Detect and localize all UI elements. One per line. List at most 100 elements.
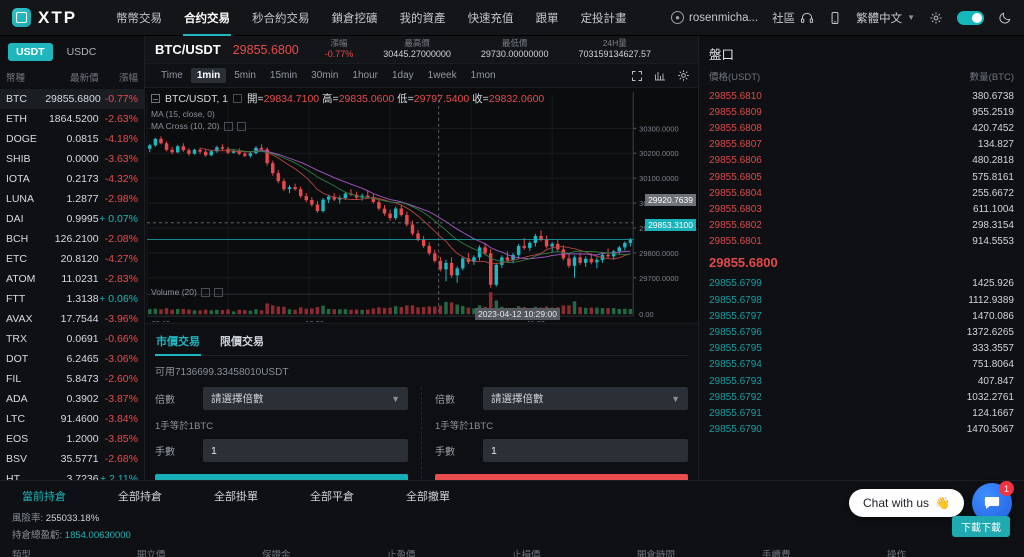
market-row-fil[interactable]: FIL5.8473-2.60%	[0, 369, 144, 389]
quote-tab-usdc[interactable]: USDC	[59, 43, 105, 61]
market-row-doge[interactable]: DOGE0.0815-4.18%	[0, 129, 144, 149]
nav-item-0[interactable]: 幣幣交易	[105, 0, 173, 36]
market-row-dot[interactable]: DOT6.2465-3.06%	[0, 349, 144, 369]
market-row-dai[interactable]: DAI0.9995+ 0.07%	[0, 209, 144, 229]
mobile-app-link[interactable]	[828, 11, 842, 25]
nav-item-1[interactable]: 合约交易	[173, 0, 241, 36]
market-row-eos[interactable]: EOS1.2000-3.85%	[0, 429, 144, 449]
bid-row[interactable]: 29855.67961372.6265	[709, 324, 1014, 340]
ask-row[interactable]: 29855.6801914.5553	[709, 234, 1014, 250]
timeframe-1hour[interactable]: 1hour	[346, 68, 384, 83]
bid-price: 29855.6792	[709, 392, 967, 403]
ask-row[interactable]: 29855.6805575.8161	[709, 169, 1014, 185]
ask-row[interactable]: 29855.6810380.6738	[709, 88, 1014, 104]
volume-settings-icon[interactable]	[201, 288, 210, 297]
buy-lot-input[interactable]	[203, 439, 408, 462]
buy-leverage-select[interactable]: 請選擇倍數 ▼	[203, 387, 408, 410]
ask-row[interactable]: 29855.6803611.1004	[709, 201, 1014, 217]
nav-item-7[interactable]: 定投計畫	[570, 0, 638, 36]
nav-item-3[interactable]: 鎖倉挖礦	[321, 0, 389, 36]
nav-item-5[interactable]: 快速充值	[457, 0, 525, 36]
position-tab-3[interactable]: 全部平倉	[310, 488, 406, 504]
timeframe-1day[interactable]: 1day	[386, 68, 420, 83]
ask-price: 29855.6806	[709, 155, 972, 166]
market-price: 1.2877	[47, 193, 98, 205]
market-row-ltc[interactable]: LTC91.4600-3.84%	[0, 409, 144, 429]
price-chart[interactable]: BTC/USDT, 1 開=29834.7100 高=29835.0600 低=…	[145, 88, 698, 323]
market-row-eth[interactable]: ETH1864.5200-2.63%	[0, 109, 144, 129]
ask-row[interactable]: 29855.6809955.2519	[709, 104, 1014, 120]
bid-row[interactable]: 29855.6794751.8064	[709, 357, 1014, 373]
market-row-iota[interactable]: IOTA0.2173-4.32%	[0, 169, 144, 189]
market-row-btc[interactable]: BTC29855.6800-0.77%	[0, 89, 144, 109]
position-tab-4[interactable]: 全部撤單	[406, 488, 502, 504]
ask-row[interactable]: 29855.6806480.2818	[709, 153, 1014, 169]
market-change: -3.87%	[99, 393, 138, 405]
stat-value: -0.77%	[325, 49, 354, 59]
sell-leverage-select[interactable]: 請選擇倍數 ▼	[483, 387, 688, 410]
bid-row[interactable]: 29855.67921032.2761	[709, 389, 1014, 405]
market-row-trx[interactable]: TRX0.0691-0.66%	[0, 329, 144, 349]
download-app-badge[interactable]: 下載下載	[952, 516, 1010, 537]
market-row-ht[interactable]: HT3.7236+ 2.11%	[0, 469, 144, 480]
market-row-etc[interactable]: ETC20.8120-4.27%	[0, 249, 144, 269]
market-row-bsv[interactable]: BSV35.5771-2.68%	[0, 449, 144, 469]
position-tab-1[interactable]: 全部持倉	[118, 488, 214, 504]
position-tab-0[interactable]: 當前持倉	[22, 488, 118, 504]
waving-hand-icon: 👋	[935, 496, 950, 510]
moon-icon[interactable]	[998, 11, 1012, 25]
market-row-ftt[interactable]: FTT1.3138+ 0.06%	[0, 289, 144, 309]
chart-settings-gear-icon[interactable]	[677, 69, 690, 82]
settings-gear-icon[interactable]	[929, 11, 943, 25]
user-icon: ●	[671, 11, 684, 24]
market-row-avax[interactable]: AVAX17.7544-3.96%	[0, 309, 144, 329]
market-row-atom[interactable]: ATOM11.0231-2.83%	[0, 269, 144, 289]
positions-panel: 當前持倉全部持倉全部掛單全部平倉全部撤單 風險率: 255033.18% 持倉總…	[0, 480, 1024, 557]
theme-toggle[interactable]	[957, 11, 984, 25]
indicators-chart-icon[interactable]	[654, 70, 666, 82]
timeframe-1week[interactable]: 1week	[422, 68, 463, 83]
market-symbol: DOGE	[6, 133, 47, 145]
sell-lot-input[interactable]	[483, 439, 688, 462]
bid-row[interactable]: 29855.67981112.9389	[709, 292, 1014, 308]
buy-lot-label: 手數	[155, 443, 203, 458]
bid-row[interactable]: 29855.67971470.086	[709, 308, 1014, 324]
quote-tab-usdt[interactable]: USDT	[8, 43, 53, 61]
chat-with-us-button[interactable]: Chat with us 👋	[849, 489, 964, 517]
ask-row[interactable]: 29855.6804255.6672	[709, 185, 1014, 201]
timeframe-1min[interactable]: 1min	[191, 68, 226, 83]
bid-row[interactable]: 29855.6793407.847	[709, 373, 1014, 389]
stat-label: 最低價	[481, 39, 549, 49]
timeframe-time[interactable]: Time	[155, 68, 189, 83]
position-tab-2[interactable]: 全部掛單	[214, 488, 310, 504]
language-selector[interactable]: 繁體中文 ▼	[856, 10, 915, 26]
bid-row[interactable]: 29855.67901470.5067	[709, 422, 1014, 438]
volume-close-icon[interactable]	[214, 288, 223, 297]
market-row-ada[interactable]: ADA0.3902-3.87%	[0, 389, 144, 409]
nav-item-2[interactable]: 秒合約交易	[241, 0, 321, 36]
market-row-bch[interactable]: BCH126.2100-2.08%	[0, 229, 144, 249]
fullscreen-icon[interactable]	[631, 70, 643, 82]
community-link[interactable]: 社區	[772, 10, 814, 26]
timeframe-15min[interactable]: 15min	[264, 68, 303, 83]
market-change: -2.98%	[99, 193, 138, 205]
market-list-header: 幣種 最新價 漲幅	[0, 67, 144, 89]
user-account[interactable]: ● rosenmicha...	[671, 11, 758, 24]
bid-row[interactable]: 29855.6791124.1667	[709, 405, 1014, 421]
nav-item-6[interactable]: 跟單	[525, 0, 570, 36]
timeframe-1mon[interactable]: 1mon	[465, 68, 502, 83]
order-tab-1[interactable]: 限價交易	[219, 330, 265, 355]
market-row-luna[interactable]: LUNA1.2877-2.98%	[0, 189, 144, 209]
market-row-shib[interactable]: SHIB0.0000-3.63%	[0, 149, 144, 169]
ask-row[interactable]: 29855.6808420.7452	[709, 120, 1014, 136]
order-tab-0[interactable]: 市價交易	[155, 330, 201, 355]
bid-row[interactable]: 29855.67991425.926	[709, 276, 1014, 292]
ask-row[interactable]: 29855.6807134.827	[709, 137, 1014, 153]
timeframe-30min[interactable]: 30min	[305, 68, 344, 83]
nav-item-4[interactable]: 我的資產	[389, 0, 457, 36]
timeframe-5min[interactable]: 5min	[228, 68, 262, 83]
brand-logo[interactable]: XTP	[12, 8, 77, 28]
bid-row[interactable]: 29855.6795333.3557	[709, 341, 1014, 357]
ask-row[interactable]: 29855.6802298.3154	[709, 218, 1014, 234]
market-price: 0.3902	[47, 393, 98, 405]
